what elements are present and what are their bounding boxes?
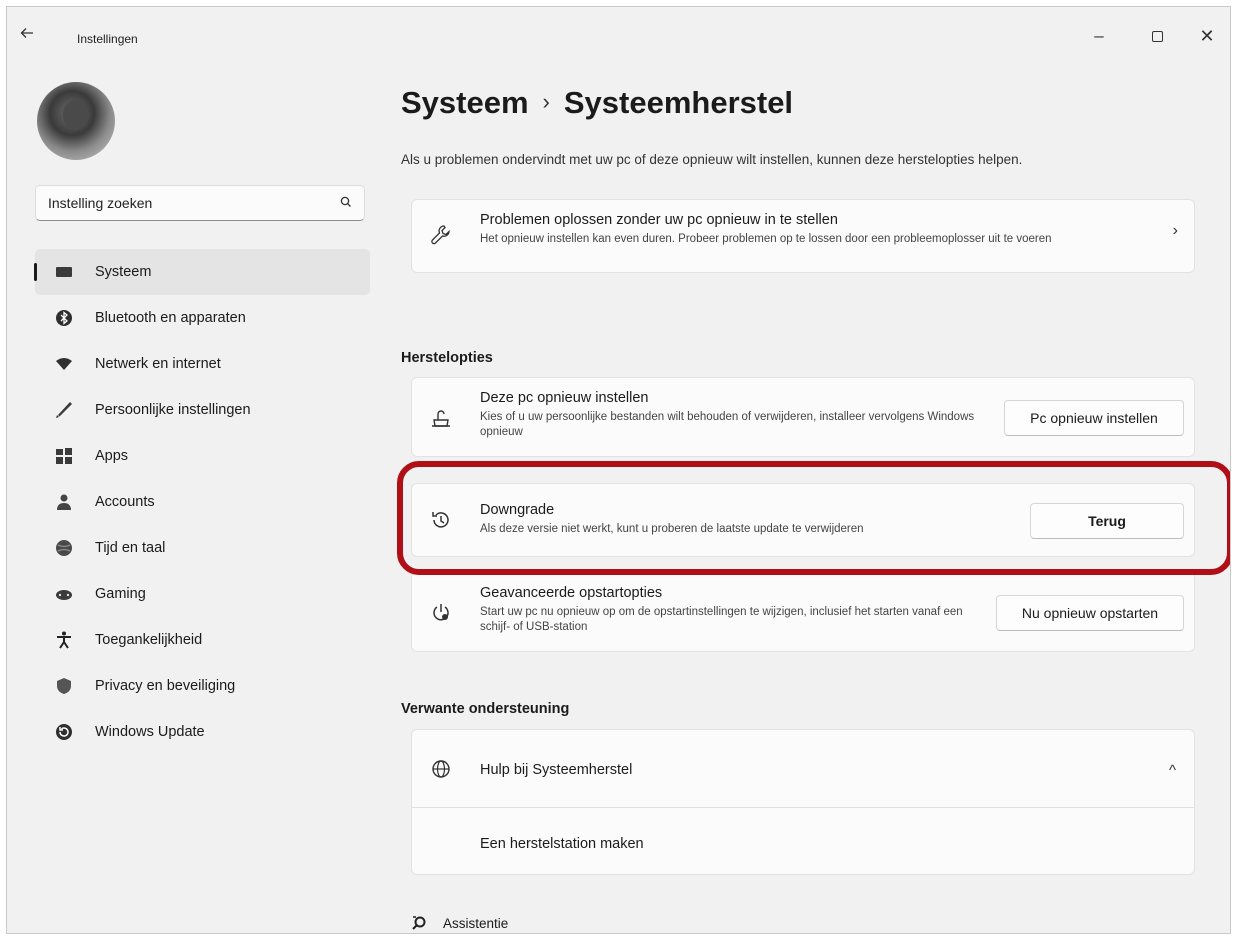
assistance-icon [412, 916, 426, 930]
reset-pc-button[interactable]: Pc opnieuw instellen [1004, 400, 1184, 436]
sidebar-item-systeem[interactable]: Systeem [34, 249, 370, 295]
gamepad-icon [55, 585, 73, 603]
terug-button[interactable]: Terug [1030, 503, 1184, 539]
settings-window: Instellingen – ✕ Systeem Bluetooth en ap… [6, 6, 1231, 934]
advanced-startup-title: Geavanceerde opstartopties [480, 585, 663, 601]
sidebar-item-apps[interactable]: Apps [35, 433, 370, 479]
divider [412, 807, 1194, 808]
monitor-icon [55, 263, 73, 281]
bluetooth-icon [55, 309, 73, 327]
sidebar-item-label: Persoonlijke instellingen [95, 402, 251, 418]
sidebar-item-gaming[interactable]: Gaming [35, 571, 370, 617]
sidebar-item-label: Tijd en taal [95, 540, 166, 556]
assistance-label: Assistentie [443, 915, 509, 931]
search-box[interactable] [35, 185, 365, 221]
person-icon [55, 493, 73, 511]
breadcrumb-parent[interactable]: Systeem [401, 85, 529, 120]
chevron-up-icon: ^ [1168, 762, 1176, 779]
sidebar-item-label: Systeem [95, 264, 152, 280]
sidebar-item-label: Windows Update [95, 724, 205, 740]
sidebar-item-accounts[interactable]: Accounts [35, 479, 370, 525]
title-bar: Instellingen – ✕ [7, 7, 1230, 53]
minimize-button[interactable]: – [1079, 21, 1119, 51]
recovery-options-heading: Herstelopties [401, 350, 493, 366]
sidebar-item-label: Privacy en beveiliging [95, 678, 236, 694]
help-card: Hulp bij Systeemherstel ^ Een herstelsta… [411, 729, 1195, 875]
reset-pc-icon [432, 410, 450, 427]
startup-power-icon [433, 604, 449, 621]
sidebar-item-label: Gaming [95, 586, 146, 602]
breadcrumb-separator: › [542, 89, 550, 114]
wifi-icon [55, 355, 73, 373]
sidebar-item-toegankelijkheid[interactable]: Toegankelijkheid [35, 617, 370, 663]
maximize-icon [1151, 31, 1163, 43]
chevron-right-icon: › [1172, 222, 1178, 239]
troubleshoot-card[interactable]: Problemen oplossen zonder uw pc opnieuw … [411, 199, 1195, 273]
sidebar-nav: Systeem Bluetooth en apparaten Netwerk e… [34, 249, 370, 755]
reset-pc-card: Deze pc opnieuw instellen Kies of u uw p… [411, 377, 1195, 457]
sidebar-item-privacy[interactable]: Privacy en beveiliging [35, 663, 370, 709]
avatar[interactable] [37, 82, 115, 160]
back-button[interactable] [19, 25, 41, 47]
shield-icon [55, 677, 73, 695]
page-title: Systeem › Systeemherstel [401, 85, 793, 121]
sidebar-item-tijd[interactable]: Tijd en taal [35, 525, 370, 571]
troubleshoot-description: Het opnieuw instellen kan even duren. Pr… [480, 233, 1052, 245]
sidebar-item-label: Apps [95, 448, 129, 464]
sidebar-item-label: Accounts [95, 494, 155, 510]
brush-icon [55, 401, 73, 419]
downgrade-title: Downgrade [480, 502, 555, 518]
reset-pc-description: Kies of u uw persoonlijke bestanden wilt… [480, 411, 975, 438]
advanced-startup-description: Start uw pc nu opnieuw op om de opstarti… [480, 606, 963, 633]
breadcrumb-current: Systeemherstel [563, 85, 794, 120]
arrow-left-icon [20, 28, 33, 38]
update-icon [55, 723, 73, 741]
sidebar-item-windows-update[interactable]: Windows Update [35, 709, 370, 755]
close-button[interactable]: ✕ [1187, 21, 1227, 51]
accessibility-icon [55, 631, 73, 649]
help-title: Hulp bij Systeemherstel [480, 762, 633, 778]
assistance-link[interactable]: Assistentie [411, 915, 508, 931]
wrench-icon [431, 225, 450, 245]
page-description: Als u problemen ondervindt met uw pc of … [401, 152, 1023, 167]
downgrade-description: Als deze versie niet werkt, kunt u probe… [480, 523, 864, 535]
help-header[interactable]: Hulp bij Systeemherstel ^ [412, 730, 1194, 807]
related-support-heading: Verwante ondersteuning [401, 701, 570, 717]
sidebar-item-label: Netwerk en internet [95, 356, 221, 372]
sidebar-item-label: Toegankelijkheid [95, 632, 203, 648]
search-input[interactable] [48, 186, 328, 219]
troubleshoot-title: Problemen oplossen zonder uw pc opnieuw … [480, 212, 838, 228]
sidebar-item-label: Bluetooth en apparaten [95, 310, 246, 326]
globe-icon [432, 760, 450, 778]
restart-now-button[interactable]: Nu opnieuw opstarten [996, 595, 1184, 631]
sidebar-item-netwerk[interactable]: Netwerk en internet [35, 341, 370, 387]
create-recovery-drive-link[interactable]: Een herstelstation maken [480, 836, 644, 852]
app-title: Instellingen [77, 32, 138, 46]
advanced-startup-card: Geavanceerde opstartopties Start uw pc n… [411, 572, 1195, 652]
globe-clock-icon [55, 539, 73, 557]
search-icon [340, 196, 351, 207]
sidebar-item-bluetooth[interactable]: Bluetooth en apparaten [35, 295, 370, 341]
sidebar-item-persoonlijk[interactable]: Persoonlijke instellingen [35, 387, 370, 433]
reset-pc-title: Deze pc opnieuw instellen [480, 390, 649, 406]
downgrade-card: Downgrade Als deze versie niet werkt, ku… [411, 483, 1195, 557]
maximize-button[interactable] [1137, 21, 1177, 51]
history-icon [432, 512, 449, 528]
apps-icon [55, 447, 73, 465]
